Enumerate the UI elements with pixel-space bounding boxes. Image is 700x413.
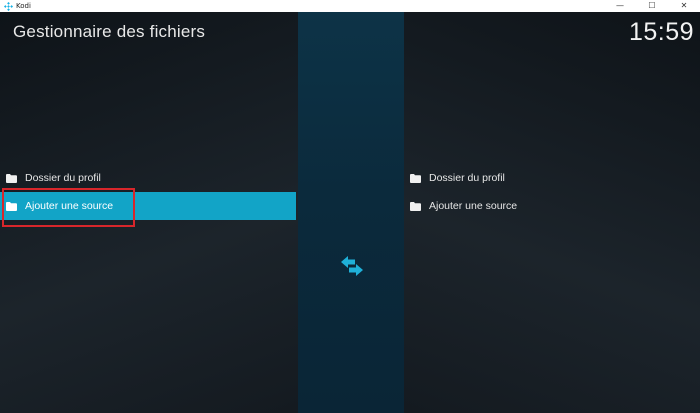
- kodi-window: Kodi — ☐ ✕ Gestionnaire des fichiers 15:…: [0, 0, 700, 413]
- right-source-list: Dossier du profil Ajouter une source: [404, 164, 700, 220]
- list-item-add-source[interactable]: Ajouter une source: [404, 192, 700, 220]
- folder-icon: [6, 173, 17, 183]
- clock: 15:59: [628, 18, 694, 46]
- swap-arrows-icon[interactable]: [339, 255, 365, 277]
- list-item-label: Ajouter une source: [25, 200, 114, 212]
- list-item-add-source[interactable]: Ajouter une source: [0, 192, 296, 220]
- minimize-button[interactable]: —: [604, 0, 636, 12]
- center-divider: [298, 12, 404, 413]
- folder-icon: [6, 201, 17, 211]
- list-item-label: Dossier du profil: [25, 172, 101, 184]
- list-item-profile-folder[interactable]: Dossier du profil: [0, 164, 296, 192]
- file-manager-main: Gestionnaire des fichiers 15:59 Dossier …: [0, 12, 700, 413]
- page-title: Gestionnaire des fichiers: [13, 22, 206, 41]
- maximize-button[interactable]: ☐: [636, 0, 668, 12]
- window-title: Kodi: [16, 2, 31, 10]
- folder-icon: [410, 173, 421, 183]
- window-controls: — ☐ ✕: [604, 0, 700, 12]
- close-button[interactable]: ✕: [668, 0, 700, 12]
- kodi-logo-icon: [4, 1, 13, 11]
- list-item-label: Dossier du profil: [429, 172, 505, 184]
- folder-icon: [410, 201, 421, 211]
- left-source-list: Dossier du profil Ajouter une source: [0, 164, 296, 220]
- title-bar: Kodi — ☐ ✕: [0, 0, 700, 12]
- list-item-label: Ajouter une source: [429, 200, 518, 212]
- list-item-profile-folder[interactable]: Dossier du profil: [404, 164, 700, 192]
